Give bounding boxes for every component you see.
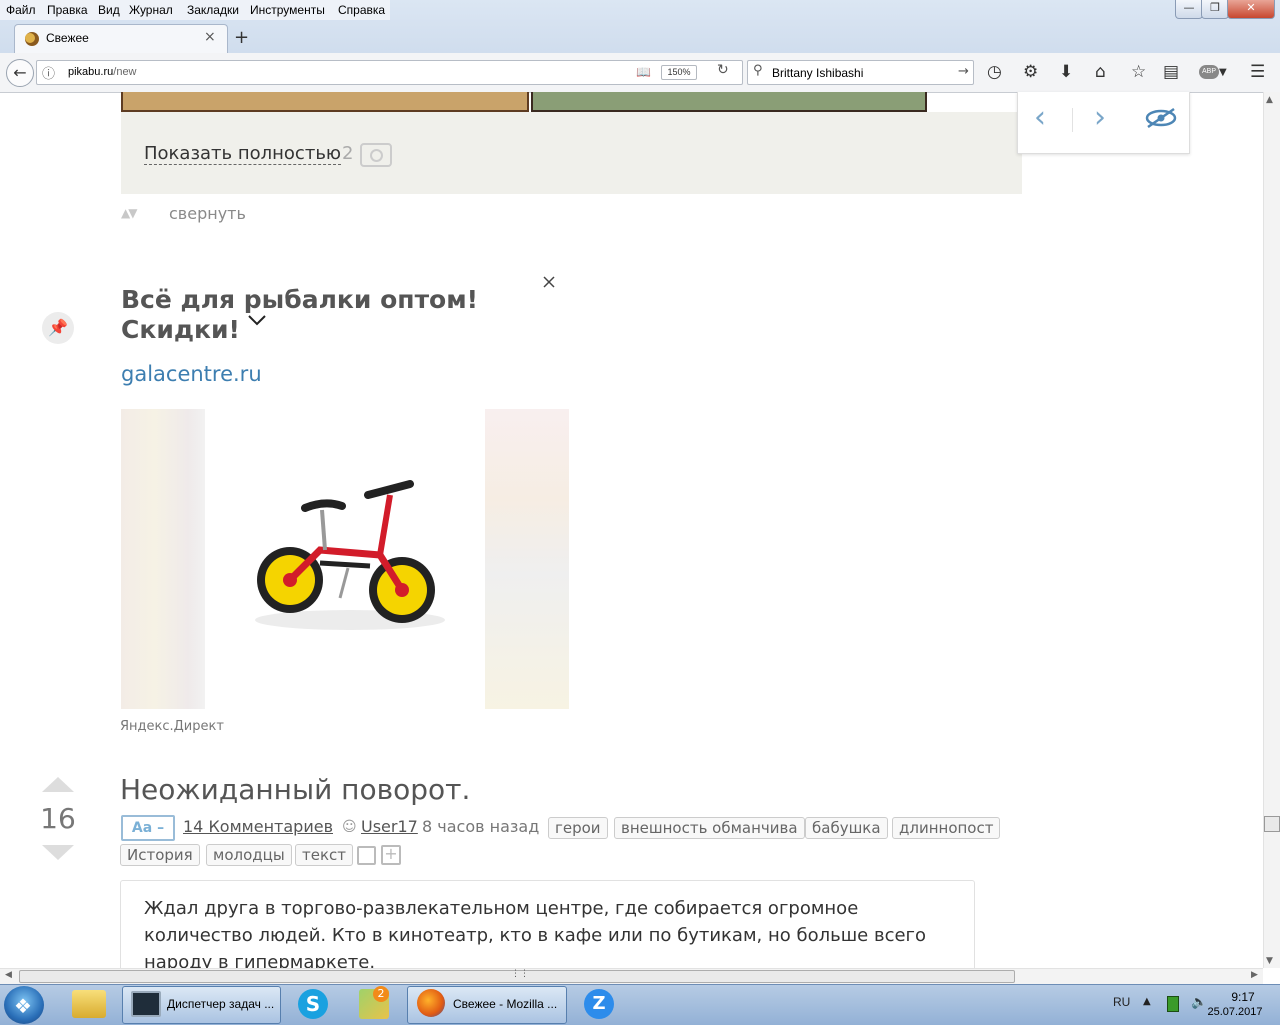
language-indicator[interactable]: RU xyxy=(1113,995,1130,1009)
scroll-left-icon[interactable]: ◀ xyxy=(5,970,12,980)
search-icon: ⚲ xyxy=(753,63,763,78)
tab-title: Свежее xyxy=(46,31,89,45)
balance-bike-image[interactable] xyxy=(250,470,450,640)
tag-well-done[interactable]: молодцы xyxy=(206,844,292,866)
scroll-down-icon[interactable]: ▼ xyxy=(1266,956,1273,966)
story-image-right-crop xyxy=(531,92,927,112)
ad-title-line1[interactable]: Всё для рыбалки оптом! xyxy=(121,285,478,314)
url-path: /new xyxy=(113,66,137,78)
camera-icon xyxy=(360,143,392,167)
restore-button[interactable]: ❐ xyxy=(1201,0,1229,19)
next-story-icon[interactable]: › xyxy=(1094,100,1106,135)
save-icon[interactable] xyxy=(357,846,376,865)
pikabu-favicon-icon xyxy=(25,32,39,46)
notification-badge: 2 xyxy=(373,986,389,1002)
menu-edit[interactable]: Правка xyxy=(47,3,88,17)
url-text[interactable]: pikabu.ru/new xyxy=(68,66,137,78)
ad-provider-label[interactable]: Яндекс.Директ xyxy=(120,719,224,734)
pin-icon: 📌 xyxy=(42,312,74,344)
hide-story-eye-icon[interactable] xyxy=(1144,106,1178,130)
story-text: Ждал друга в торгово-развлекательном цен… xyxy=(144,898,927,973)
prev-story-icon[interactable]: ‹ xyxy=(1034,100,1046,135)
reload-icon[interactable]: ↻ xyxy=(717,62,729,78)
windows-logo-icon: ❖ xyxy=(14,994,32,1018)
chevron-down-icon[interactable] xyxy=(247,313,267,327)
vertical-scroll-thumb[interactable] xyxy=(1264,816,1280,832)
back-button[interactable]: ← xyxy=(6,59,34,87)
search-input[interactable]: Brittany Ishibashi xyxy=(772,66,863,80)
tab-close-icon[interactable]: × xyxy=(204,29,216,45)
menu-view[interactable]: Вид xyxy=(98,3,120,17)
reader-view-icon[interactable]: 📖 xyxy=(636,65,651,79)
menu-help[interactable]: Справка xyxy=(338,3,385,17)
tag-heroes[interactable]: герои xyxy=(548,817,608,839)
task-manager-icon xyxy=(131,991,161,1017)
adblock-dropdown-icon[interactable]: ▼ xyxy=(1219,67,1227,78)
close-window-button[interactable]: ✕ xyxy=(1227,0,1275,19)
zoom-level-button[interactable]: 150% xyxy=(661,65,697,80)
url-host: pikabu.ru xyxy=(68,66,114,78)
story-image-left-crop xyxy=(121,92,529,112)
story-rating: 16 xyxy=(40,802,76,835)
scroll-right-icon[interactable]: ▶ xyxy=(1251,970,1258,980)
downvote-arrow-icon[interactable] xyxy=(42,845,74,860)
tag-grandma[interactable]: бабушка xyxy=(805,817,888,839)
task-task-manager-label: Диспетчер задач ... xyxy=(167,997,275,1011)
collapse-link[interactable]: свернуть xyxy=(169,204,246,223)
story-title[interactable]: Неожиданный поворот. xyxy=(120,773,470,806)
tag-story[interactable]: История xyxy=(120,844,200,866)
history-icon[interactable]: ◷ xyxy=(987,62,1002,82)
download-icon[interactable]: ⬇ xyxy=(1059,62,1073,82)
site-info-icon[interactable]: ⓘ xyxy=(42,63,55,82)
ad-title-line2[interactable]: Скидки! xyxy=(121,315,240,344)
task-firefox-label: Свежее - Mozilla ... xyxy=(453,997,558,1011)
scroll-up-icon[interactable]: ▲ xyxy=(1266,95,1273,105)
author-link[interactable]: User17 xyxy=(361,817,418,836)
ad-image-blur-right[interactable] xyxy=(485,409,569,709)
ad-image-blur-left[interactable] xyxy=(121,409,205,709)
font-size-toggle-button[interactable]: Aa – xyxy=(121,815,175,841)
search-go-icon[interactable]: → xyxy=(958,64,969,79)
add-icon[interactable]: + xyxy=(381,845,401,865)
collapse-arrows-icon[interactable]: ▲▼ xyxy=(121,206,138,220)
network-icon[interactable] xyxy=(1167,996,1179,1012)
bookmark-star-icon[interactable]: ☆ xyxy=(1131,62,1146,82)
tag-looks-deceptive[interactable]: внешность обманчива xyxy=(614,817,805,839)
scroll-grip-icon: ⋮⋮ xyxy=(511,969,529,979)
vertical-scrollbar[interactable] xyxy=(1263,92,1280,968)
tag-longpost[interactable]: длиннопост xyxy=(892,817,1001,839)
panel-divider xyxy=(1072,108,1073,132)
photo-count: 2 xyxy=(342,143,354,164)
home-icon[interactable]: ⌂ xyxy=(1095,62,1106,82)
menu-history[interactable]: Журнал xyxy=(129,3,173,17)
bookmarks-list-icon[interactable]: ▤ xyxy=(1163,62,1179,82)
adblock-icon[interactable]: ABP xyxy=(1199,65,1219,79)
story-time: 8 часов назад xyxy=(422,817,540,836)
zoom-app-icon[interactable]: Z xyxy=(584,989,614,1019)
comments-link[interactable]: 14 Комментариев xyxy=(183,817,333,836)
clock-time[interactable]: 9:17 xyxy=(1214,990,1272,1004)
new-tab-button[interactable]: + xyxy=(234,27,249,48)
ad-domain-link[interactable]: galacentre.ru xyxy=(121,362,262,386)
menu-bar: Файл Правка Вид Журнал Закладки Инструме… xyxy=(0,0,390,20)
tag-text[interactable]: текст xyxy=(295,844,354,866)
minimize-button[interactable]: — xyxy=(1175,0,1203,19)
close-icon[interactable] xyxy=(541,274,557,290)
menu-file[interactable]: Файл xyxy=(6,3,36,17)
menu-tools[interactable]: Инструменты xyxy=(250,3,325,17)
gear-icon[interactable]: ⚙ xyxy=(1023,62,1038,82)
tray-expand-icon[interactable]: ▲ xyxy=(1143,996,1151,1007)
clock-date[interactable]: 25.07.2017 xyxy=(1199,1006,1271,1018)
menu-bookmarks[interactable]: Закладки xyxy=(187,3,239,17)
firefox-icon xyxy=(417,989,445,1017)
hamburger-menu-icon[interactable]: ☰ xyxy=(1250,62,1265,82)
user-icon: ☺ xyxy=(342,819,357,835)
file-explorer-icon[interactable] xyxy=(72,990,106,1018)
skype-icon[interactable]: S xyxy=(298,989,328,1019)
show-full-link[interactable]: Показать полностью xyxy=(144,143,342,165)
upvote-arrow-icon[interactable] xyxy=(42,777,74,792)
